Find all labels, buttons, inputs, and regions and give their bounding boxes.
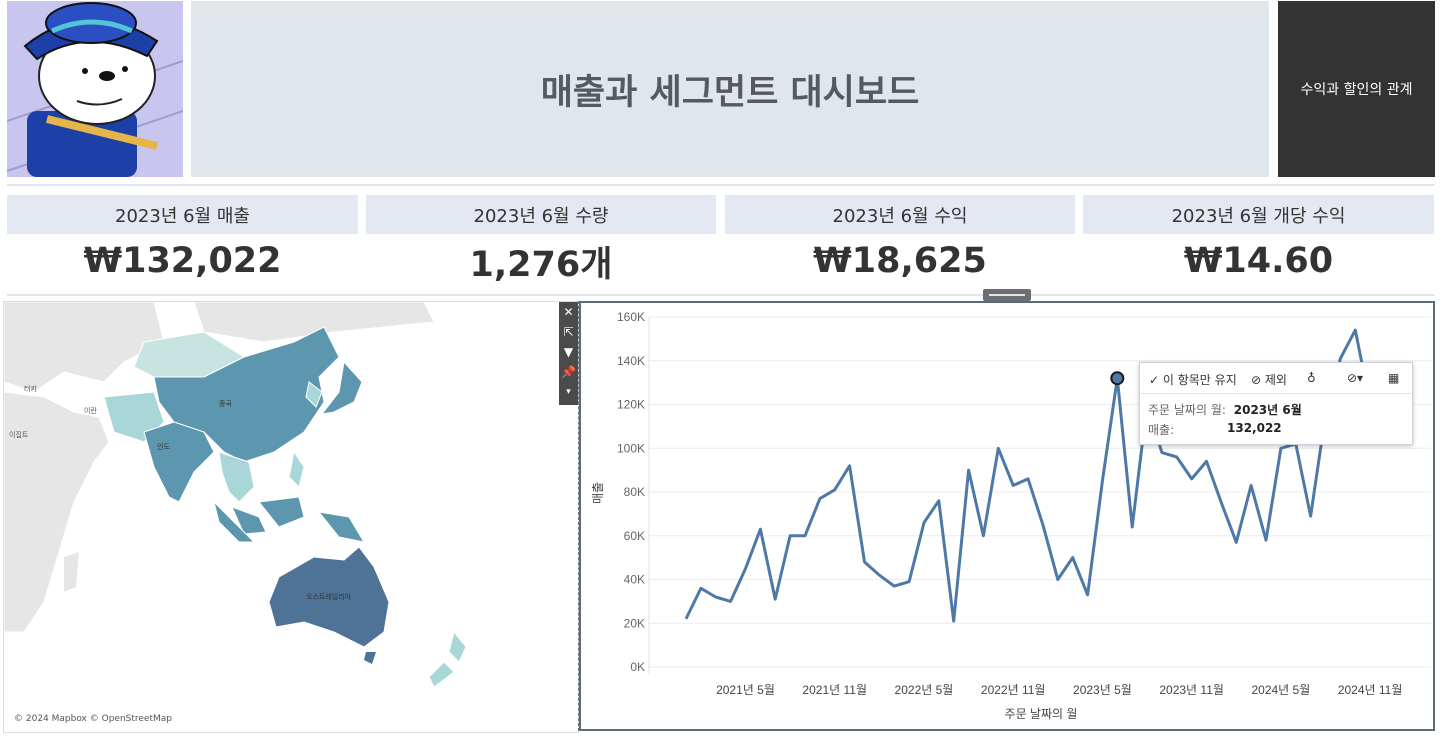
close-icon[interactable]: ✕ — [559, 302, 578, 322]
header-divider — [7, 184, 1435, 186]
data-tooltip: ✓ 이 항목만 유지 ⊘ 제외 ♁ ⊘▾ ▦ 주문 날짜의 월: 2023년 6… — [1139, 362, 1413, 445]
x-tick-label: 2022년 5월 — [895, 683, 954, 697]
map-attribution: © 2024 Mapbox © OpenStreetMap — [14, 714, 172, 724]
kpi-label: 2023년 6월 수량 — [366, 195, 716, 234]
keep-only-label: 이 항목만 유지 — [1162, 373, 1237, 387]
kpi-card-unit-profit: 2023년 6월 개당 수익 ₩14.60 — [1083, 195, 1434, 288]
x-tick-label: 2023년 11월 — [1159, 683, 1224, 697]
lightbulb-icon[interactable]: ♁ — [1307, 371, 1316, 385]
map-label-turkey: 터키 — [24, 385, 37, 393]
map-label-india: 인도 — [157, 443, 170, 451]
tooltip-sales-value: 132,022 — [1227, 421, 1282, 435]
tooltip-field-date: 주문 날짜의 월: 2023년 6월 — [1148, 401, 1302, 418]
resize-handle[interactable] — [983, 289, 1031, 301]
view-data-icon[interactable]: ▦ — [1388, 371, 1399, 385]
x-tick-label: 2021년 11월 — [802, 683, 867, 697]
kpi-value: 1,276개 — [469, 244, 613, 285]
x-axis-title: 주문 날짜의 월 — [1005, 707, 1078, 721]
y-tick-label: 60K — [624, 529, 645, 543]
profit-discount-nav-button[interactable]: 수익과 할인의 관계 — [1278, 1, 1435, 177]
x-tick-label: 2023년 5월 — [1073, 683, 1132, 697]
kpi-label: 2023년 6월 개당 수익 — [1083, 195, 1434, 234]
y-tick-label: 80K — [624, 485, 645, 499]
y-tick-label: 120K — [617, 398, 645, 412]
keep-only-button[interactable]: ✓ 이 항목만 유지 — [1149, 371, 1237, 388]
kpi-value: ₩132,022 — [83, 241, 282, 281]
map-label-australia: 오스트레일리아 — [306, 593, 352, 601]
pin-icon[interactable]: 📌 — [559, 362, 578, 382]
asia-pacific-map[interactable]: 중국 인도 오스트레일리아 이란 터키 이집트 — [3, 301, 579, 733]
y-tick-label: 140K — [617, 354, 645, 368]
dashboard-title-bar: 매출과 세그먼트 대시보드 — [191, 1, 1269, 177]
kpi-value: ₩18,625 — [813, 241, 987, 281]
x-tick-label: 2022년 11월 — [981, 683, 1046, 697]
kpi-card-sales: 2023년 6월 매출 ₩132,022 — [7, 195, 358, 288]
tooltip-date-label: 주문 날짜의 월: — [1148, 403, 1226, 417]
map-label-china: 중국 — [219, 400, 232, 408]
kpi-label: 2023년 6월 수익 — [725, 195, 1075, 234]
popout-icon[interactable]: ⇱ — [559, 322, 578, 342]
x-tick-label: 2021년 5월 — [716, 683, 775, 697]
tooltip-field-sales: 매출: 132,022 — [1148, 421, 1282, 438]
y-tick-label: 0K — [630, 660, 645, 674]
group-icon[interactable]: ⊘▾ — [1347, 371, 1363, 385]
kpi-card-quantity: 2023년 6월 수량 1,276개 — [366, 195, 716, 288]
tooltip-date-value: 2023년 6월 — [1233, 403, 1302, 417]
tooltip-divider — [1140, 393, 1412, 394]
map-label-iran: 이란 — [84, 407, 97, 415]
exclude-button[interactable]: ⊘ 제외 — [1251, 371, 1287, 388]
kpi-label: 2023년 6월 매출 — [7, 195, 358, 234]
tooltip-sales-label: 매출: — [1148, 423, 1175, 437]
logo-image — [7, 1, 183, 177]
page-title: 매출과 세그먼트 대시보드 — [540, 72, 920, 113]
kpi-value: ₩14.60 — [1183, 241, 1334, 281]
filter-icon[interactable]: ▼ — [559, 342, 578, 362]
y-tick-label: 100K — [617, 441, 645, 455]
y-axis-title: 매출 — [591, 482, 605, 504]
map-label-egypt: 이집트 — [9, 431, 29, 439]
highlighted-point — [1110, 371, 1125, 386]
y-tick-label: 40K — [624, 573, 645, 587]
y-tick-label: 20K — [624, 616, 645, 630]
map-toolbar: ✕ ⇱ ▼ 📌 ▾ — [559, 302, 578, 405]
map-canvas[interactable] — [4, 302, 578, 732]
exclude-label: 제외 — [1264, 373, 1287, 387]
y-tick-label: 160K — [617, 310, 645, 324]
x-tick-label: 2024년 11월 — [1338, 683, 1403, 697]
kpi-card-profit: 2023년 6월 수익 ₩18,625 — [725, 195, 1075, 288]
menu-arrow-icon[interactable]: ▾ — [559, 382, 578, 402]
x-tick-label: 2024년 5월 — [1251, 683, 1310, 697]
kpi-divider — [7, 294, 1435, 296]
